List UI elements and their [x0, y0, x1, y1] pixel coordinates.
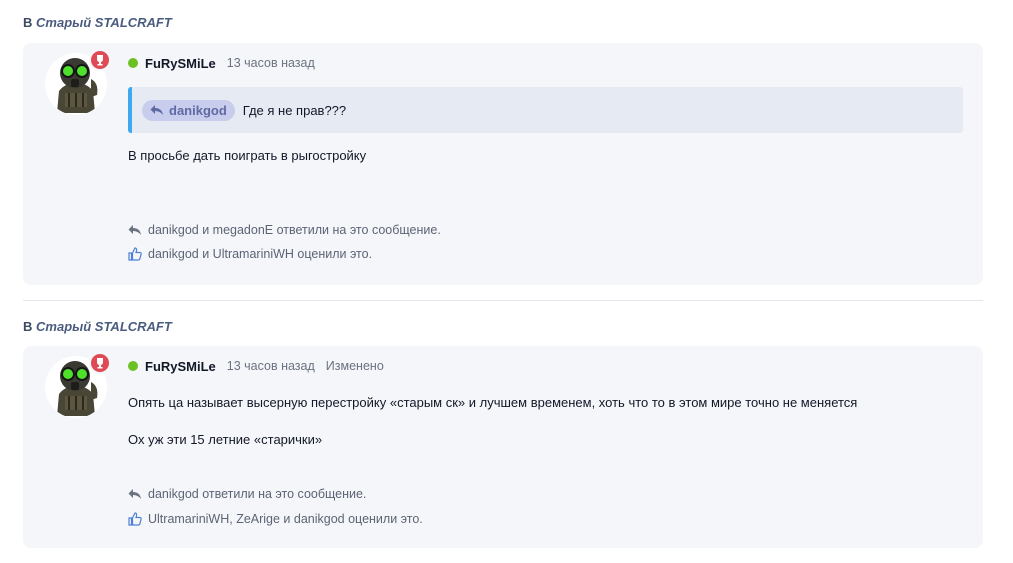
replies-summary[interactable]: danikgod ответили на это сообщение. — [128, 487, 366, 501]
trophy-badge[interactable] — [89, 352, 111, 374]
likes-text: UltramariniWH, ZeArige и danikgod оценил… — [148, 512, 423, 526]
post-time[interactable]: 13 часов назад — [227, 56, 315, 70]
likes-summary[interactable]: danikgod и UltramariniWH оценили это. — [128, 247, 372, 261]
forum-link[interactable]: Старый STALCRAFT — [36, 319, 172, 334]
post-meta: FuRySMiLe 13 часов назад — [128, 55, 326, 71]
quote-author: danikgod — [169, 102, 227, 118]
username-link[interactable]: FuRySMiLe — [145, 56, 216, 71]
likes-summary[interactable]: UltramariniWH, ZeArige и danikgod оценил… — [128, 512, 423, 526]
quote-block: danikgod Где я не прав??? — [128, 87, 963, 133]
location-prefix: В — [23, 319, 33, 334]
thumbs-up-icon — [128, 512, 142, 526]
replies-summary[interactable]: danikgod и megadonE ответили на это сооб… — [128, 223, 441, 237]
quote-author-chip[interactable]: danikgod — [142, 99, 235, 121]
location-prefix: В — [23, 15, 33, 30]
forum-link[interactable]: Старый STALCRAFT — [36, 15, 172, 30]
likes-text: danikgod и UltramariniWH оценили это. — [148, 247, 373, 261]
thumbs-up-icon — [128, 247, 142, 261]
trophy-icon — [97, 358, 103, 369]
trophy-badge[interactable] — [89, 49, 111, 71]
post-body-text: Опять ца называет высерную перестройку «… — [128, 395, 858, 410]
online-status-icon — [128, 361, 138, 371]
reply-arrow-icon — [128, 225, 141, 235]
trophy-icon — [97, 55, 103, 66]
post-divider — [23, 300, 983, 301]
post-1-location: В Старый STALCRAFT — [23, 15, 983, 30]
post-card-2: FuRySMiLe 13 часов назад Изменено Опять … — [23, 346, 983, 548]
reply-arrow-icon — [150, 105, 163, 115]
post-body-text: Ох уж эти 15 летние «старички» — [128, 432, 323, 447]
replies-text: danikgod ответили на это сообщение. — [148, 487, 367, 501]
quote-text: Где я не прав??? — [242, 102, 347, 118]
username-link[interactable]: FuRySMiLe — [145, 359, 216, 374]
post-body-text: В просьбе дать поиграть в рыгостройку — [128, 148, 367, 163]
post-card-1: FuRySMiLe 13 часов назад danikgod Где я … — [23, 43, 983, 285]
replies-text: danikgod и megadonE ответили на это сооб… — [148, 223, 441, 237]
reply-arrow-icon — [128, 489, 141, 499]
post-2-location: В Старый STALCRAFT — [23, 319, 983, 334]
edited-label[interactable]: Изменено — [326, 359, 384, 373]
online-status-icon — [128, 58, 138, 68]
post-time[interactable]: 13 часов назад — [227, 359, 315, 373]
post-meta: FuRySMiLe 13 часов назад Изменено — [128, 358, 395, 374]
